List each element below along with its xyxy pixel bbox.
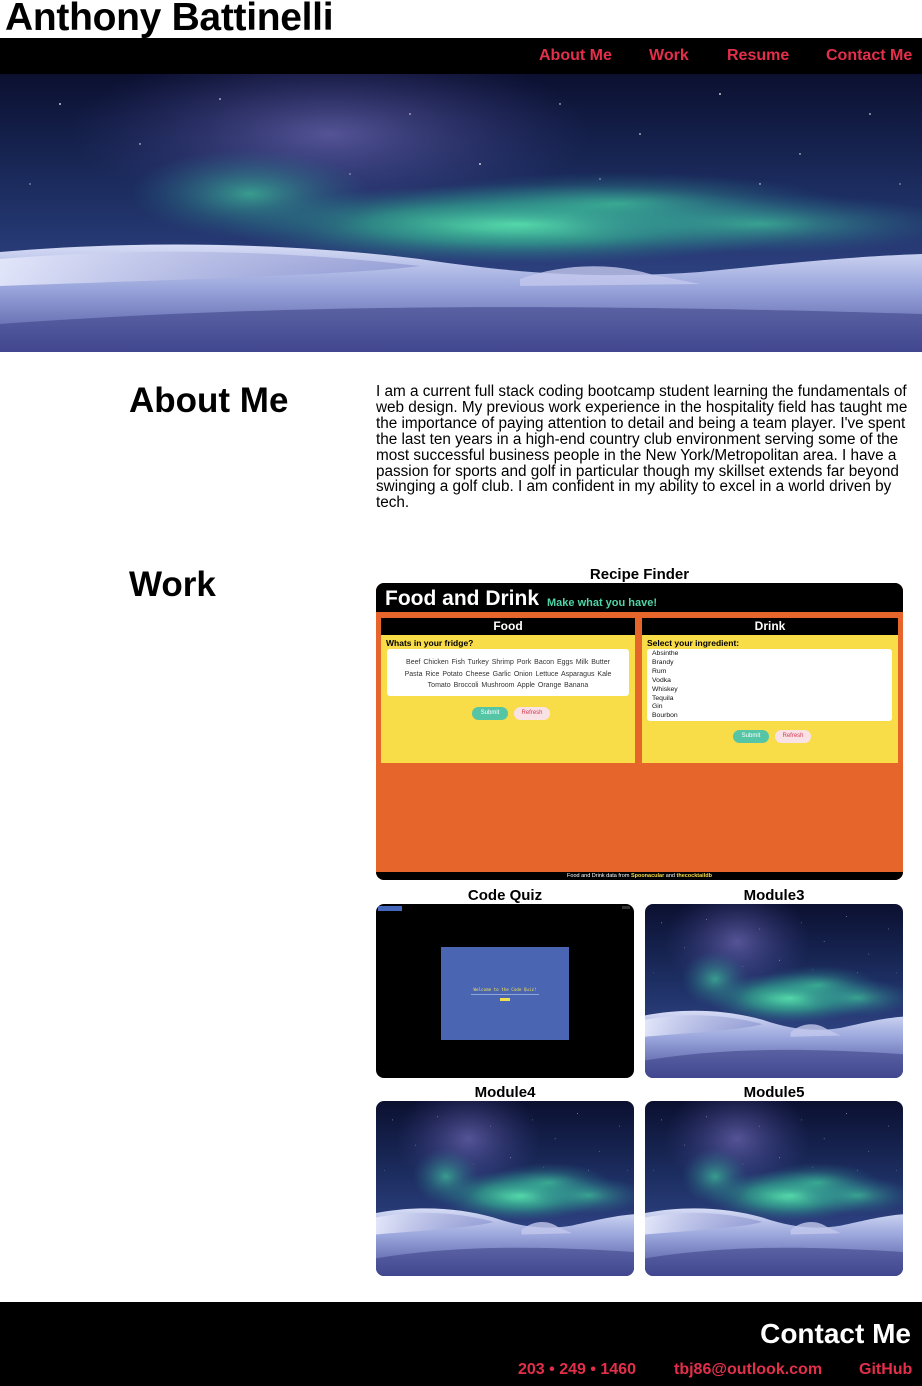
preview-highscores-link bbox=[378, 906, 402, 911]
navbar: About Me Work Resume Contact Me bbox=[0, 38, 922, 74]
project-card-code-quiz[interactable]: Welcome to the Code Quiz! bbox=[376, 904, 634, 1078]
preview-quiz-box: Welcome to the Code Quiz! bbox=[441, 947, 569, 1040]
nav-link-work[interactable]: Work bbox=[649, 47, 689, 65]
project-title-recipe-finder: Recipe Finder bbox=[589, 566, 690, 583]
preview-footer-source: thecocktaildb bbox=[676, 873, 712, 879]
footer-github-link[interactable]: GitHub bbox=[859, 1361, 912, 1379]
project-card-module3[interactable] bbox=[645, 904, 903, 1078]
preview-footer-text: Food and Drink data from bbox=[567, 873, 630, 879]
preview-food-prompt: Whats in your fridge? bbox=[386, 638, 474, 648]
project-card-module4[interactable] bbox=[376, 1101, 634, 1276]
preview-food-submit-button: Submit bbox=[472, 707, 508, 720]
drink-option: Bourbon bbox=[652, 712, 678, 720]
project-title-code-quiz: Code Quiz bbox=[467, 887, 543, 904]
preview-food-panel: Food Whats in your fridge? Beef Chicken … bbox=[381, 618, 635, 763]
footer: Contact Me 203 • 249 • 1460 tbj86@outloo… bbox=[0, 1302, 922, 1386]
project-title-module4: Module4 bbox=[474, 1084, 536, 1101]
nav-link-contact-me[interactable]: Contact Me bbox=[826, 47, 912, 65]
preview-drink-panel: Drink Select your ingredient: Absinthe B… bbox=[642, 618, 898, 763]
hero-banner-image bbox=[0, 74, 922, 352]
preview-drink-submit-button: Submit bbox=[733, 730, 769, 743]
preview-tagline: Make what you have! bbox=[547, 597, 658, 609]
preview-drink-prompt: Select your ingredient: bbox=[647, 638, 740, 648]
preview-drink-list: Absinthe Brandy Rum Vodka Whiskey Tequil… bbox=[647, 649, 892, 721]
preview-header: Food and Drink Make what you have! bbox=[376, 583, 903, 612]
preview-food-list: Beef Chicken Fish Turkey Shrimp Pork Bac… bbox=[387, 649, 629, 696]
preview-footer-source: Spoonacular bbox=[630, 873, 665, 879]
drink-option: Rum bbox=[652, 667, 667, 675]
preview-quiz-instructions bbox=[471, 994, 539, 995]
preview-drink-items: Absinthe Brandy Rum Vodka Whiskey Tequil… bbox=[652, 650, 678, 721]
preview-app-title: Food and Drink bbox=[385, 587, 539, 610]
site-name: Anthony Battinelli bbox=[5, 0, 334, 39]
nav-link-about-me[interactable]: About Me bbox=[539, 47, 612, 65]
about-me-text: I am a current full stack coding bootcam… bbox=[376, 383, 908, 512]
about-me-heading: About Me bbox=[129, 381, 289, 420]
module4-image bbox=[376, 1101, 634, 1276]
preview-quiz-start-button bbox=[500, 998, 510, 1001]
preview-food-refresh-button: Refresh bbox=[514, 707, 550, 720]
footer-email-link[interactable]: tbj86@outlook.com bbox=[674, 1361, 822, 1379]
drink-option: Vodka bbox=[652, 676, 671, 684]
drink-option: Tequila bbox=[652, 694, 674, 702]
drink-option: Brandy bbox=[652, 658, 674, 666]
preview-footer: Food and Drink data from Spoonacular and… bbox=[376, 872, 903, 880]
preview-timer bbox=[622, 906, 630, 909]
drink-option: Absinthe bbox=[652, 650, 679, 657]
preview-footer-text: and bbox=[665, 873, 675, 879]
module3-image bbox=[645, 904, 903, 1078]
nav-link-resume[interactable]: Resume bbox=[727, 47, 789, 65]
project-card-recipe-finder[interactable]: Food and Drink Make what you have! Food … bbox=[376, 583, 903, 880]
preview-drink-tab: Drink bbox=[642, 618, 898, 635]
preview-drink-refresh-button: Refresh bbox=[775, 730, 811, 743]
work-heading: Work bbox=[129, 565, 216, 604]
footer-contact-heading: Contact Me bbox=[760, 1318, 911, 1349]
preview-food-items: Beef Chicken Fish Turkey Shrimp Pork Bac… bbox=[404, 659, 612, 689]
preview-food-tab: Food bbox=[381, 618, 635, 635]
project-title-module5: Module5 bbox=[743, 1084, 805, 1101]
project-card-module5[interactable] bbox=[645, 1101, 903, 1276]
footer-phone-link[interactable]: 203 • 249 • 1460 bbox=[518, 1361, 636, 1379]
drink-option: Gin bbox=[652, 703, 663, 711]
preview-quiz-welcome: Welcome to the Code Quiz! bbox=[473, 987, 537, 992]
module5-image bbox=[645, 1101, 903, 1276]
project-title-module3: Module3 bbox=[743, 887, 805, 904]
drink-option: Whiskey bbox=[652, 685, 678, 693]
